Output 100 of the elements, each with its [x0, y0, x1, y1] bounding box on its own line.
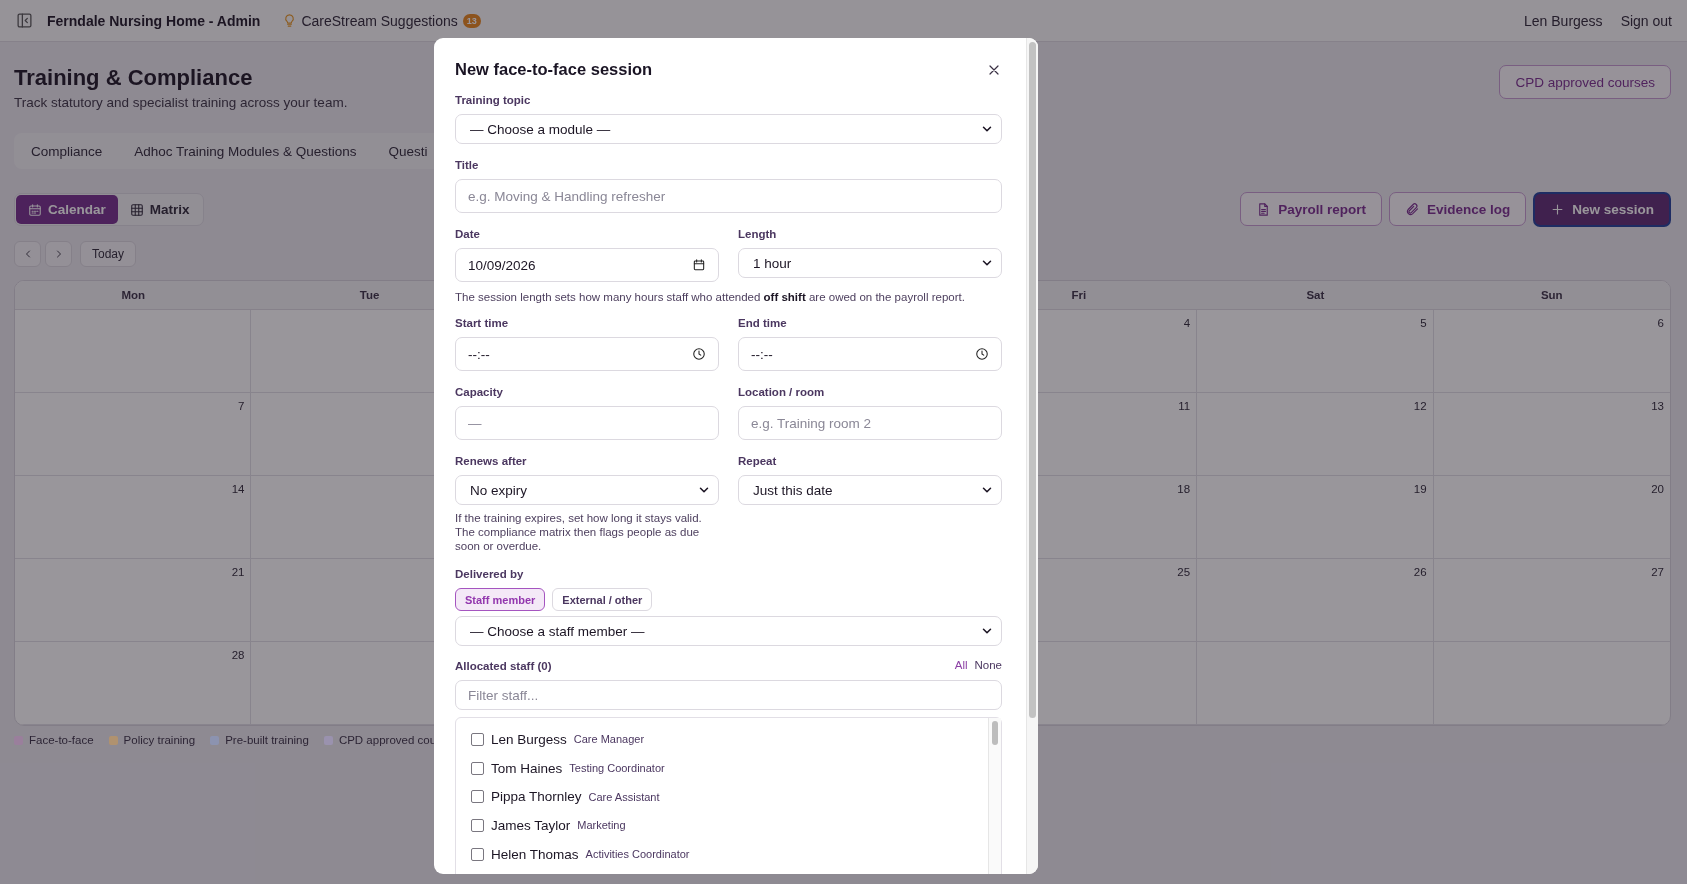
- tab[interactable]: Compliance: [15, 143, 119, 159]
- legend-label: Face-to-face: [29, 734, 94, 746]
- staff-role: Marketing: [577, 819, 626, 832]
- cpd-courses-button[interactable]: CPD approved courses: [1499, 65, 1671, 99]
- checkbox[interactable]: [471, 761, 484, 775]
- staff-role: Care Manager: [573, 733, 645, 746]
- day-number: 7: [238, 400, 245, 412]
- day-number: 6: [1657, 317, 1664, 329]
- select-all-link[interactable]: All: [954, 659, 968, 680]
- select-field[interactable]: 1 hour: [738, 248, 1002, 278]
- tab[interactable]: Questi: [372, 143, 444, 159]
- tab[interactable]: Adhoc Training Modules & Questions: [118, 143, 373, 159]
- checkbox[interactable]: [471, 847, 484, 861]
- user-name: Len Burgess: [1524, 12, 1603, 29]
- select-field[interactable]: — Choose a module —: [455, 114, 1002, 144]
- count-badge: 13: [462, 13, 481, 28]
- legend-label: Policy training: [123, 734, 196, 746]
- field-label: Repeat: [738, 454, 778, 468]
- calendar-day[interactable]: 13: [1433, 393, 1670, 476]
- select-none-link[interactable]: None: [974, 659, 1002, 680]
- day-number: 26: [1413, 566, 1427, 578]
- day-number: 11: [1178, 400, 1191, 412]
- day-number: 19: [1413, 483, 1427, 495]
- input-field[interactable]: —: [455, 406, 719, 440]
- input-field[interactable]: e.g. Moving & Handling refresher: [455, 179, 1002, 213]
- sidebar-toggle-icon[interactable]: [16, 12, 33, 29]
- staff-name: James Taylor: [491, 817, 571, 833]
- day-number: 25: [1177, 566, 1191, 578]
- help-text: The session length sets how many hours staff who attended off shift are owed on the payroll report.: [455, 290, 966, 304]
- calendar-day[interactable]: 28: [15, 642, 252, 725]
- weekday-label: Tue: [359, 289, 380, 301]
- clock-icon: [692, 347, 706, 361]
- action-button[interactable]: Evidence log: [1388, 192, 1527, 226]
- field-label: Length: [738, 227, 778, 241]
- field-label: Capacity: [455, 385, 504, 399]
- calendar-day[interactable]: 5: [1197, 310, 1434, 393]
- help-text: If the training expires, set how long it stays valid. The compliance matrix then flags people as due soon or overdue.: [455, 511, 703, 553]
- day-number: 4: [1183, 317, 1191, 329]
- staff-select[interactable]: — Choose a staff member —: [455, 616, 1002, 646]
- weekday-label: Mon: [121, 289, 146, 301]
- staff-name: Tom Haines: [491, 760, 563, 776]
- day-number: 13: [1651, 400, 1664, 412]
- calendar-day[interactable]: 12: [1197, 393, 1434, 476]
- weekday-label: Fri: [1071, 289, 1087, 301]
- calendar-day[interactable]: 6: [1433, 310, 1670, 393]
- action-button[interactable]: New session: [1533, 192, 1671, 227]
- staff-name: Len Burgess: [491, 731, 567, 747]
- field-label: Renews after: [455, 454, 528, 468]
- field-label: Date: [455, 227, 481, 241]
- day-number: 20: [1651, 483, 1664, 495]
- day-number: 14: [231, 483, 245, 495]
- staff-name: Helen Thomas: [491, 846, 579, 862]
- input-field[interactable]: e.g. Training room 2: [738, 406, 1002, 440]
- delivery-option[interactable]: Staff member: [455, 588, 546, 611]
- select-field[interactable]: No expiry: [455, 475, 719, 505]
- calendar-day[interactable]: 21: [15, 559, 252, 642]
- weekday-label: Sat: [1306, 289, 1325, 301]
- clock-icon: [975, 347, 989, 361]
- delivery-option[interactable]: External / other: [552, 588, 653, 611]
- calendar-day[interactable]: 14: [15, 476, 252, 559]
- grid-icon: [129, 202, 144, 217]
- calendar-day[interactable]: 26: [1197, 559, 1434, 642]
- field-label: Delivered by: [455, 567, 525, 581]
- time-field[interactable]: --:--: [738, 337, 1002, 371]
- staff-role: Testing Coordinator: [569, 762, 665, 775]
- legend-label: Pre-built training: [225, 734, 309, 746]
- view-button[interactable]: Calendar: [16, 195, 118, 224]
- today-button[interactable]: Today: [80, 241, 137, 267]
- calendar-day[interactable]: 20: [1433, 476, 1670, 559]
- sign-out-link[interactable]: Sign out: [1620, 12, 1672, 29]
- calendar-day[interactable]: 19: [1197, 476, 1434, 559]
- staff-name: Pippa Thornley: [491, 789, 582, 805]
- time-field[interactable]: --:--: [455, 337, 719, 371]
- date-field[interactable]: 10/09/2026: [455, 248, 719, 282]
- field-label: End time: [738, 316, 788, 330]
- calendar-icon: [28, 202, 42, 217]
- suggestions-link[interactable]: CareStream Suggestions: [301, 12, 458, 29]
- dialog-title: New face-to-face session: [455, 60, 653, 79]
- day-number: 5: [1420, 317, 1427, 329]
- day-number: 28: [231, 649, 245, 661]
- day-number: 27: [1651, 566, 1664, 578]
- staff-role: Care Assistant: [588, 790, 660, 803]
- day-number: 21: [231, 566, 245, 578]
- select-field[interactable]: Just this date: [738, 475, 1002, 505]
- filter-field[interactable]: Filter staff...: [455, 680, 1002, 710]
- checkbox[interactable]: [471, 818, 484, 832]
- paperclip-icon: [1404, 201, 1420, 217]
- app-title: Ferndale Nursing Home - Admin: [47, 12, 261, 29]
- staff-role: Activities Coordinator: [585, 848, 690, 861]
- checkbox[interactable]: [471, 790, 484, 804]
- calendar-day[interactable]: 7: [15, 393, 252, 476]
- checkbox[interactable]: [471, 732, 484, 746]
- action-button[interactable]: Payroll report: [1240, 192, 1382, 226]
- field-label: Start time: [455, 316, 510, 330]
- view-button[interactable]: Matrix: [117, 195, 202, 224]
- field-label: Title: [455, 158, 480, 172]
- calendar-day[interactable]: 27: [1433, 559, 1670, 642]
- page-title: Training & Compliance: [14, 64, 254, 92]
- day-number: 12: [1413, 400, 1427, 412]
- plus-icon: [1550, 202, 1566, 217]
